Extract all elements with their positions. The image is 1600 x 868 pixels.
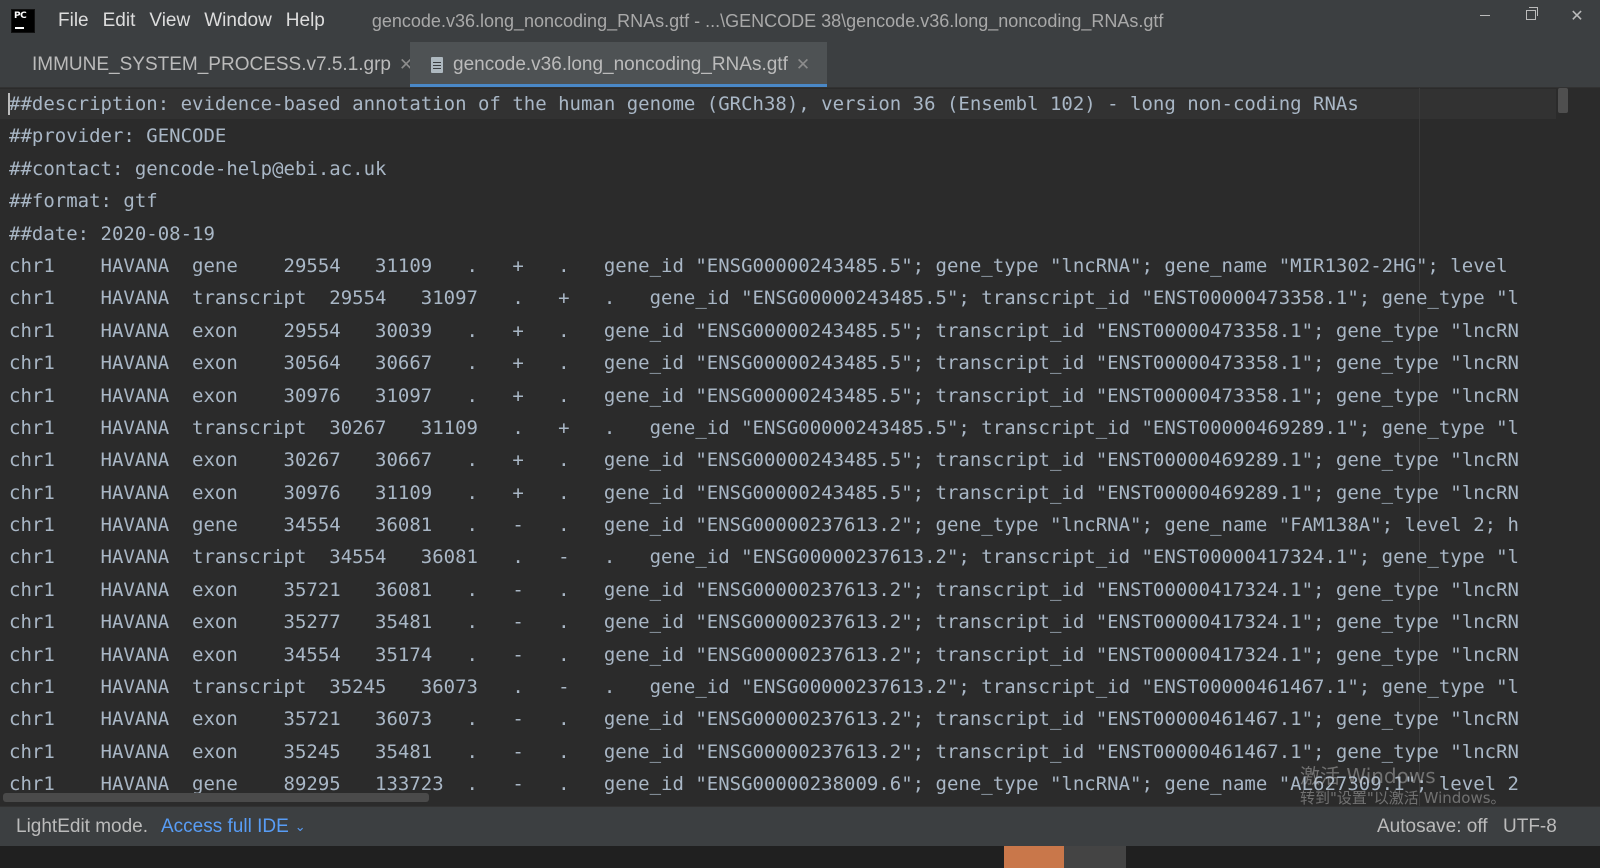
editor-line: chr1 HAVANA transcript 35245 36073 . - .…: [9, 676, 1519, 699]
window-controls: ✕: [1462, 0, 1600, 30]
watermark-line1: 激活 Windows: [1300, 764, 1436, 788]
access-full-ide-link[interactable]: Access full IDE ⌄: [161, 816, 306, 838]
tab-gencode-gtf[interactable]: gencode.v36.long_noncoding_RNAs.gtf ✕: [410, 42, 827, 87]
menu-file[interactable]: File: [51, 10, 96, 32]
menu-window[interactable]: Window: [197, 10, 279, 32]
editor-line: chr1 HAVANA exon 35245 35481 . - . gene_…: [9, 740, 1519, 763]
os-taskbar: [0, 846, 1600, 868]
encoding-status[interactable]: UTF-8: [1503, 816, 1557, 838]
status-mode: LightEdit mode.: [16, 816, 149, 837]
editor-line: chr1 HAVANA exon 30976 31097 . + . gene_…: [9, 384, 1519, 407]
editor-line: chr1 HAVANA exon 35721 36081 . - . gene_…: [9, 578, 1519, 601]
editor-lines: ##description: evidence-based annotation…: [9, 89, 1519, 802]
close-window-button[interactable]: ✕: [1554, 0, 1600, 30]
editor-line: ##contact: gencode-help@ebi.ac.uk: [9, 157, 387, 180]
tab-label: gencode.v36.long_noncoding_RNAs.gtf: [453, 53, 788, 75]
window-title: gencode.v36.long_noncoding_RNAs.gtf - ..…: [371, 10, 1164, 31]
editor-line: ##date: 2020-08-19: [9, 222, 215, 245]
editor-line: chr1 HAVANA transcript 29554 31097 . + .…: [9, 287, 1519, 310]
editor-line: chr1 HAVANA exon 34554 35174 . - . gene_…: [9, 643, 1519, 666]
restore-button[interactable]: [1508, 0, 1554, 30]
vertical-scrollbar[interactable]: [1556, 88, 1570, 806]
close-icon[interactable]: ✕: [796, 55, 810, 75]
taskbar-app-item[interactable]: [1064, 846, 1126, 868]
taskbar-app-item[interactable]: [1004, 846, 1064, 868]
menu-view[interactable]: View: [142, 10, 197, 32]
chevron-down-icon: ⌄: [294, 819, 306, 834]
editor-line: chr1 HAVANA transcript 34554 36081 . - .…: [9, 546, 1519, 569]
text-editor[interactable]: ##description: evidence-based annotation…: [0, 88, 1556, 806]
pycharm-logo-icon[interactable]: PC: [11, 9, 35, 33]
editor-line: ##format: gtf: [9, 190, 158, 213]
text-caret: [8, 93, 10, 115]
logo-text: PC: [14, 11, 27, 21]
access-full-ide-label: Access full IDE: [161, 816, 289, 837]
windows-activation-watermark: 激活 Windows 转到"设置"以激活 Windows。: [1300, 760, 1506, 808]
menu-edit[interactable]: Edit: [96, 10, 143, 32]
menu-help[interactable]: Help: [279, 10, 332, 32]
status-bar: LightEdit mode. Access full IDE ⌄ Autosa…: [0, 806, 1600, 847]
logo-bar: [15, 27, 24, 29]
tab-immune-system-process[interactable]: IMMUNE_SYSTEM_PROCESS.v7.5.1.grp ✕: [0, 42, 413, 87]
editor-line: chr1 HAVANA exon 30267 30667 . + . gene_…: [9, 449, 1519, 472]
editor-line: ##description: evidence-based annotation…: [9, 93, 1359, 115]
editor-line: chr1 HAVANA gene 34554 36081 . - . gene_…: [9, 514, 1519, 537]
editor-line: chr1 HAVANA exon 30564 30667 . + . gene_…: [9, 352, 1519, 375]
file-icon: [431, 56, 443, 73]
restore-icon: [1526, 7, 1538, 20]
tab-label: IMMUNE_SYSTEM_PROCESS.v7.5.1.grp: [32, 53, 391, 75]
autosave-status[interactable]: Autosave: off: [1377, 816, 1488, 838]
editor-line: chr1 HAVANA exon 30976 31109 . + . gene_…: [9, 481, 1519, 504]
menu-bar: File Edit View Window Help: [51, 10, 332, 32]
editor-line: chr1 HAVANA exon 35277 35481 . - . gene_…: [9, 611, 1519, 634]
editor-line: chr1 HAVANA gene 29554 31109 . + . gene_…: [9, 254, 1508, 277]
horizontal-scroll-thumb[interactable]: [3, 793, 429, 802]
close-icon: ✕: [1570, 5, 1584, 25]
editor-line: chr1 HAVANA transcript 30267 31109 . + .…: [9, 416, 1519, 439]
editor-line: chr1 HAVANA exon 35721 36073 . - . gene_…: [9, 708, 1519, 731]
editor-line: ##provider: GENCODE: [9, 125, 227, 148]
minimize-button[interactable]: [1462, 0, 1508, 30]
vertical-scroll-thumb[interactable]: [1558, 88, 1568, 113]
minimize-icon: [1480, 14, 1490, 16]
watermark-line2: 转到"设置"以激活 Windows。: [1300, 789, 1506, 807]
editor-line: chr1 HAVANA exon 29554 30039 . + . gene_…: [9, 319, 1519, 342]
title-bar: PC File Edit View Window Help gencode.v3…: [0, 0, 1600, 42]
editor-tabs: IMMUNE_SYSTEM_PROCESS.v7.5.1.grp ✕ genco…: [0, 42, 1600, 88]
